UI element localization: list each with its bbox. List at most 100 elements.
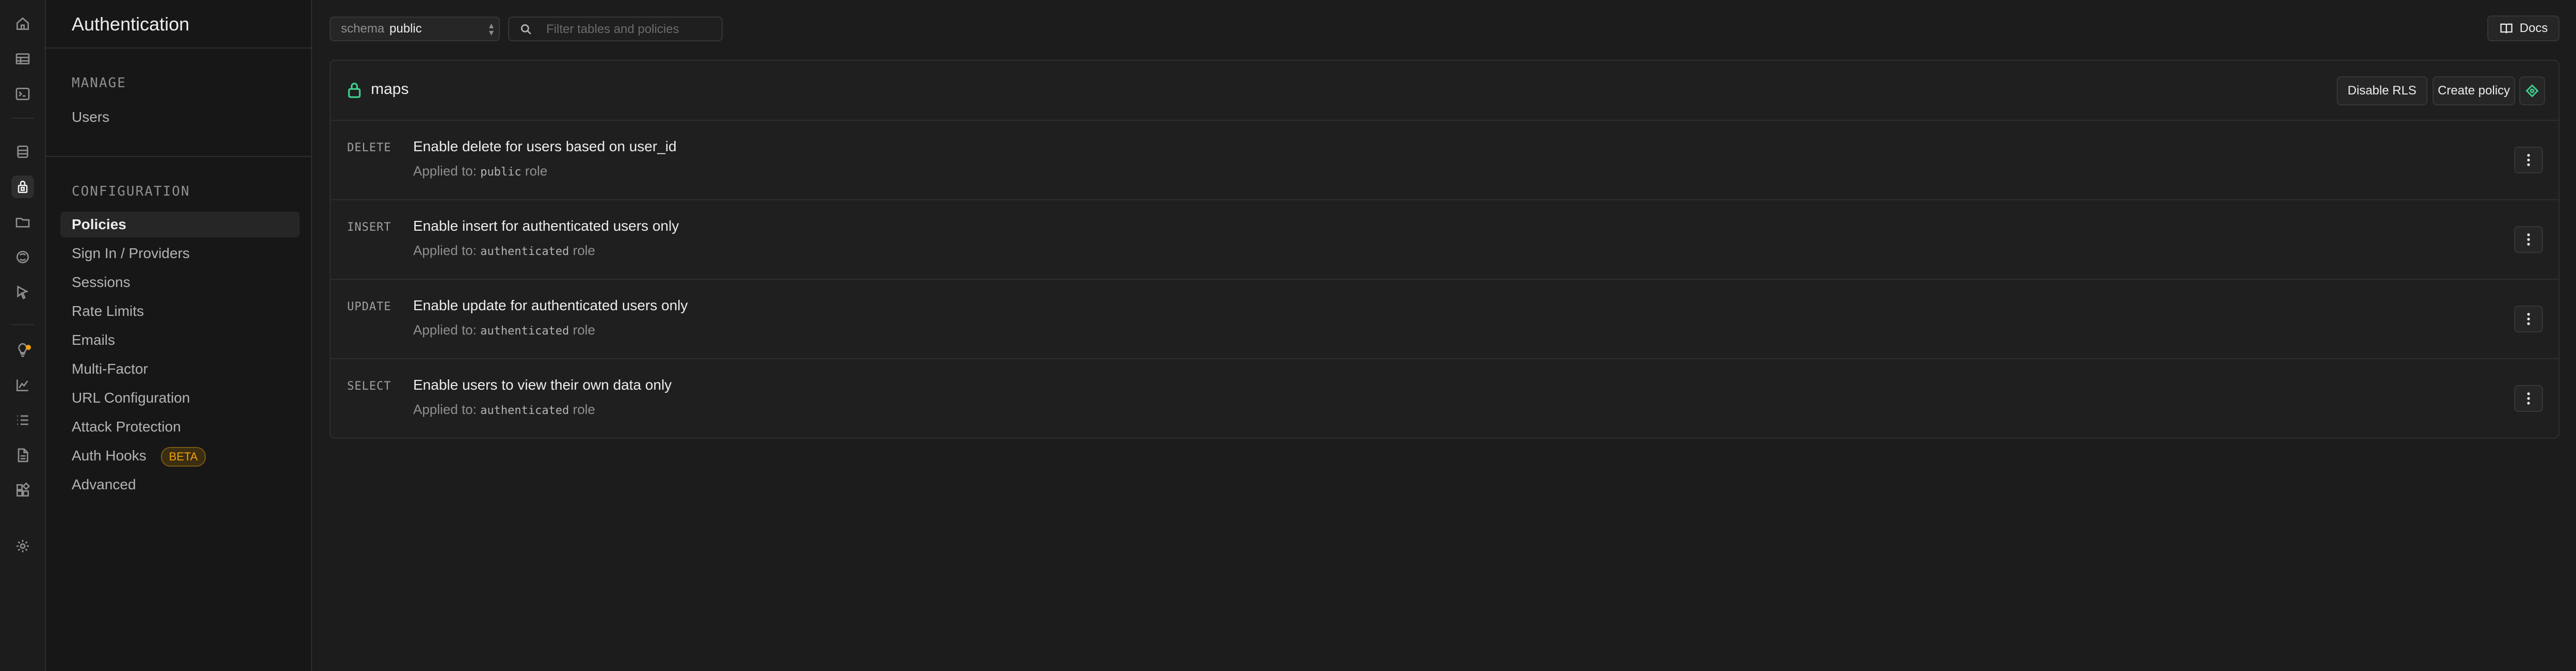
sidebar-item-auth-hooks[interactable]: Auth Hooks BETA xyxy=(60,443,300,469)
sidebar-item-label: Users xyxy=(72,109,110,125)
filter-input[interactable] xyxy=(545,18,718,41)
realtime-icon[interactable] xyxy=(11,281,34,303)
sidebar-section-divider xyxy=(46,156,311,157)
sidebar-item-label: URL Configuration xyxy=(72,390,190,406)
settings-icon[interactable] xyxy=(11,535,34,557)
sidebar-item-label: Policies xyxy=(72,216,126,232)
policy-role: public xyxy=(480,166,521,179)
home-icon[interactable] xyxy=(11,12,34,35)
sidebar-item-advanced[interactable]: Advanced xyxy=(60,472,300,498)
table-name: maps xyxy=(371,81,409,98)
policy-command: SELECT xyxy=(347,380,392,393)
database-icon[interactable] xyxy=(11,140,34,163)
policy-command: UPDATE xyxy=(347,300,392,313)
policy-applied-to: Applied to: authenticated role xyxy=(413,402,595,418)
sidebar-item-sign-in-providers[interactable]: Sign In / Providers xyxy=(60,241,300,266)
sidebar-item-label: Sign In / Providers xyxy=(72,245,190,261)
policy-more-button[interactable] xyxy=(2514,306,2543,332)
section-heading-configuration: CONFIGURATION xyxy=(72,184,190,199)
policy-command: INSERT xyxy=(347,221,392,234)
schema-select-label: schema xyxy=(341,22,385,36)
policy-name: Enable delete for users based on user_id xyxy=(413,138,677,154)
table-policies-card: maps Disable RLS Create policy DELETE En… xyxy=(330,60,2559,439)
auth-lock-icon[interactable] xyxy=(11,175,34,198)
table-header: maps Disable RLS Create policy xyxy=(331,61,2558,121)
policies-main: schema public ▴▾ Docs maps Disable RLS C… xyxy=(312,0,2576,671)
integrations-icon[interactable] xyxy=(11,479,34,502)
policy-more-button[interactable] xyxy=(2514,385,2543,412)
policy-applied-to: Applied to: public role xyxy=(413,163,547,179)
chevron-up-down-icon: ▴ ▾ xyxy=(488,20,494,38)
policy-role: authenticated xyxy=(480,404,569,417)
sidebar-item-label: Attack Protection xyxy=(72,419,181,435)
sidebar-item-url-configuration[interactable]: URL Configuration xyxy=(60,385,300,411)
section-heading-manage: MANAGE xyxy=(72,75,126,91)
sidebar-item-label: Multi-Factor xyxy=(72,361,148,377)
policy-row[interactable]: INSERT Enable insert for authenticated u… xyxy=(331,200,2558,280)
policy-more-button[interactable] xyxy=(2514,147,2543,173)
role-suffix: role xyxy=(573,322,595,338)
policy-name: Enable users to view their own data only xyxy=(413,377,672,393)
logs-icon[interactable] xyxy=(11,409,34,432)
schema-select-value: public xyxy=(389,22,422,36)
sidebar-item-rate-limits[interactable]: Rate Limits xyxy=(60,298,300,324)
sidebar-item-label: Rate Limits xyxy=(72,303,144,319)
policy-command: DELETE xyxy=(347,141,392,154)
more-vertical-icon xyxy=(2527,313,2530,325)
rail-divider xyxy=(11,118,34,119)
policy-name: Enable update for authenticated users on… xyxy=(413,297,688,313)
disable-rls-button[interactable]: Disable RLS xyxy=(2337,76,2427,105)
docs-button-label: Docs xyxy=(2519,21,2548,35)
ai-assistant-button[interactable] xyxy=(2519,76,2545,105)
policy-more-button[interactable] xyxy=(2514,226,2543,253)
icon-rail xyxy=(0,0,46,671)
role-suffix: role xyxy=(525,163,548,179)
sidebar-item-label: Auth Hooks xyxy=(72,448,146,464)
schema-select[interactable]: schema public ▴ ▾ xyxy=(330,17,500,41)
search-icon xyxy=(520,24,531,35)
sidebar-item-multi-factor[interactable]: Multi-Factor xyxy=(60,356,300,382)
more-vertical-icon xyxy=(2527,154,2530,166)
edge-functions-icon[interactable] xyxy=(11,246,34,268)
role-suffix: role xyxy=(573,402,595,417)
storage-icon[interactable] xyxy=(11,211,34,233)
book-icon xyxy=(2500,23,2513,34)
more-vertical-icon xyxy=(2527,233,2530,246)
sparkle-diamond-icon xyxy=(2525,84,2539,98)
policy-role: authenticated xyxy=(480,245,569,258)
toolbar: schema public ▴▾ Docs xyxy=(312,0,2576,58)
lock-icon xyxy=(346,82,363,99)
sidebar-item-policies[interactable]: Policies xyxy=(60,212,300,237)
sidebar-item-attack-protection[interactable]: Attack Protection xyxy=(60,414,300,440)
policy-role: authenticated xyxy=(480,325,569,338)
advisor-notification-dot xyxy=(26,345,31,350)
sidebar-item-label: Emails xyxy=(72,332,116,348)
advisors-icon[interactable] xyxy=(11,339,34,361)
policy-applied-to: Applied to: authenticated role xyxy=(413,322,595,338)
reports-icon[interactable] xyxy=(11,374,34,396)
api-docs-icon[interactable] xyxy=(11,444,34,467)
docs-button[interactable]: Docs xyxy=(2487,15,2559,41)
create-policy-button[interactable]: Create policy xyxy=(2433,76,2515,105)
beta-badge: BETA xyxy=(160,446,206,467)
sidebar-title: Authentication xyxy=(72,13,190,35)
sidebar-item-sessions[interactable]: Sessions xyxy=(60,269,300,295)
rail-divider xyxy=(11,324,34,325)
more-vertical-icon xyxy=(2527,392,2530,405)
applied-prefix: Applied to: xyxy=(413,322,477,338)
auth-sidebar: Authentication MANAGE Users CONFIGURATIO… xyxy=(46,0,312,671)
table-editor-icon[interactable] xyxy=(11,47,34,70)
sidebar-item-emails[interactable]: Emails xyxy=(60,327,300,353)
sidebar-item-label: Sessions xyxy=(72,274,131,290)
policy-row[interactable]: UPDATE Enable update for authenticated u… xyxy=(331,280,2558,359)
sidebar-item-users[interactable]: Users xyxy=(60,104,300,130)
policy-row[interactable]: DELETE Enable delete for users based on … xyxy=(331,121,2558,200)
role-suffix: role xyxy=(573,243,595,258)
applied-prefix: Applied to: xyxy=(413,402,477,417)
policy-applied-to: Applied to: authenticated role xyxy=(413,243,595,259)
filter-field[interactable] xyxy=(508,17,723,41)
applied-prefix: Applied to: xyxy=(413,243,477,258)
policy-row[interactable]: SELECT Enable users to view their own da… xyxy=(331,359,2558,439)
applied-prefix: Applied to: xyxy=(413,163,477,179)
sql-editor-icon[interactable] xyxy=(11,83,34,105)
